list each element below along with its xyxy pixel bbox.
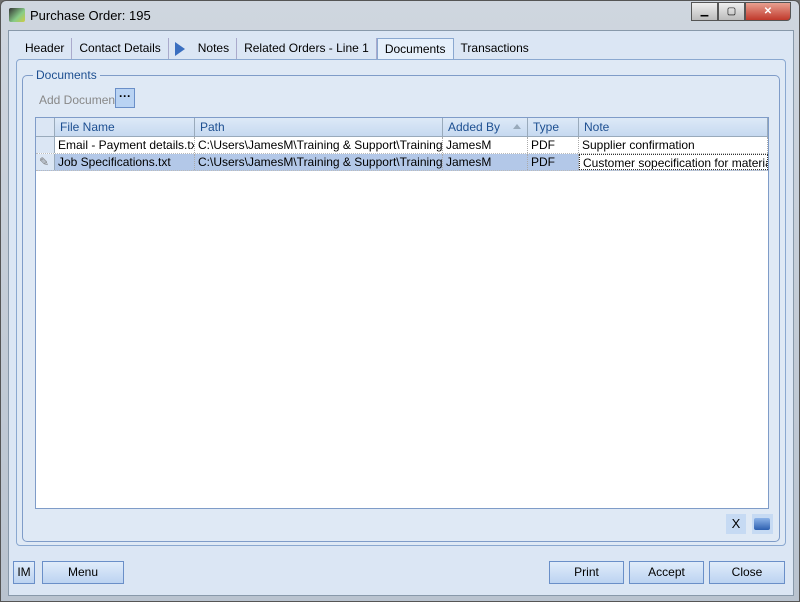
- play-icon: [174, 42, 185, 56]
- cell-added-by[interactable]: JamesM: [443, 154, 528, 170]
- delete-document-button[interactable]: X: [726, 514, 746, 534]
- tab-contact-details[interactable]: Contact Details: [72, 38, 169, 60]
- column-note[interactable]: Note: [579, 118, 768, 136]
- tab-strip: Header Contact Details Notes Related Ord…: [18, 38, 536, 61]
- add-document-button[interactable]: ···: [115, 88, 135, 108]
- maximize-button[interactable]: ▢: [718, 2, 745, 21]
- close-window-button[interactable]: ✕: [745, 2, 791, 21]
- open-folder-icon[interactable]: [752, 514, 773, 534]
- cell-file-name[interactable]: Job Specifications.txt: [55, 154, 195, 170]
- edit-pencil-icon: ✎: [36, 154, 55, 170]
- column-path[interactable]: Path: [195, 118, 443, 136]
- close-button[interactable]: Close: [709, 561, 785, 584]
- tab-related-orders[interactable]: Related Orders - Line 1: [237, 38, 377, 60]
- cell-path[interactable]: C:\Users\JamesM\Training & Support\Train…: [195, 154, 443, 170]
- menu-button[interactable]: Menu: [42, 561, 124, 584]
- tab-notes[interactable]: Notes: [191, 38, 238, 60]
- column-added-by[interactable]: Added By: [443, 118, 528, 136]
- column-added-by-label: Added By: [448, 120, 501, 134]
- cell-note[interactable]: Supplier confirmation: [579, 137, 768, 153]
- im-button[interactable]: IM: [13, 561, 35, 584]
- cell-type[interactable]: PDF: [528, 137, 579, 153]
- group-label: Documents: [33, 68, 100, 82]
- documents-grid: File Name Path Added By Type Note Email …: [35, 117, 769, 509]
- table-row[interactable]: ✎ Job Specifications.txt C:\Users\JamesM…: [36, 154, 768, 171]
- row-indicator-header: [36, 118, 55, 136]
- minimize-button[interactable]: ▁: [691, 2, 718, 21]
- title-bar: Purchase Order: 195 ▁ ▢ ✕: [1, 1, 799, 31]
- note-edit-text[interactable]: Customer sopecification for material: [583, 156, 767, 169]
- sort-ascending-icon: [513, 124, 521, 129]
- row-indicator[interactable]: [36, 137, 55, 153]
- column-file-name[interactable]: File Name: [55, 118, 195, 136]
- cell-file-name[interactable]: Email - Payment details.txt: [55, 137, 195, 153]
- accept-button[interactable]: Accept: [629, 561, 704, 584]
- client-area: Header Contact Details Notes Related Ord…: [8, 30, 794, 596]
- window: Purchase Order: 195 ▁ ▢ ✕ Header Contact…: [0, 0, 800, 602]
- tab-header[interactable]: Header: [18, 38, 73, 60]
- window-title: Purchase Order: 195: [30, 8, 151, 23]
- documents-panel: Documents Add Document ··· File Name Pat…: [16, 59, 786, 546]
- print-button[interactable]: Print: [549, 561, 624, 584]
- cell-type[interactable]: PDF: [528, 154, 579, 170]
- cell-path[interactable]: C:\Users\JamesM\Training & Support\Train…: [195, 137, 443, 153]
- add-document-label: Add Document: [39, 93, 119, 107]
- tab-documents[interactable]: Documents: [376, 38, 454, 61]
- note-edit-cell[interactable]: Customer sopecification for material...: [579, 154, 768, 170]
- table-row[interactable]: Email - Payment details.txt C:\Users\Jam…: [36, 137, 768, 154]
- grid-header: File Name Path Added By Type Note: [36, 118, 768, 137]
- cell-added-by[interactable]: JamesM: [443, 137, 528, 153]
- column-type[interactable]: Type: [528, 118, 579, 136]
- tab-transactions[interactable]: Transactions: [454, 38, 536, 60]
- app-icon: [9, 8, 25, 22]
